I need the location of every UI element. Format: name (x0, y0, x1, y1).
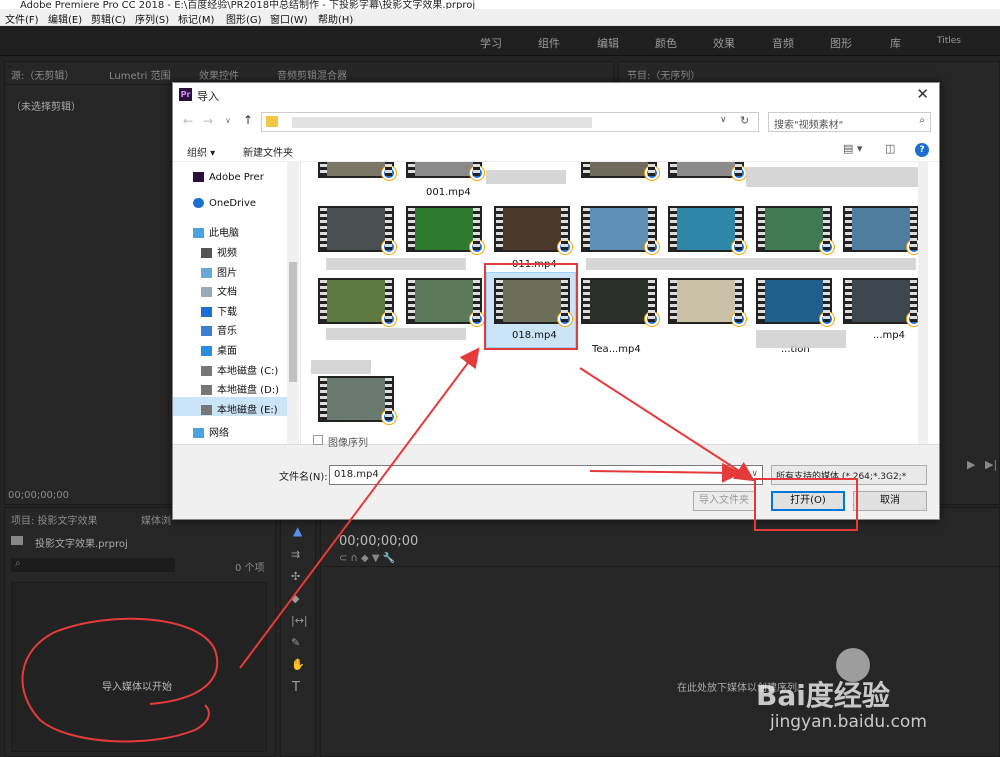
annotation-arrow-to-file (239, 347, 480, 669)
annotation-circle-import-hint (21, 617, 219, 743)
baidu-watermark: Bai度经验 jingyan.baidu.com (756, 648, 996, 738)
watermark-url: jingyan.baidu.com (770, 712, 927, 732)
annotation-arrow-filename (589, 462, 742, 483)
watermark-brand: Bai度经验 (756, 679, 890, 712)
annotation-overlay (21, 347, 756, 743)
annotation-arrow-to-open (579, 367, 756, 482)
